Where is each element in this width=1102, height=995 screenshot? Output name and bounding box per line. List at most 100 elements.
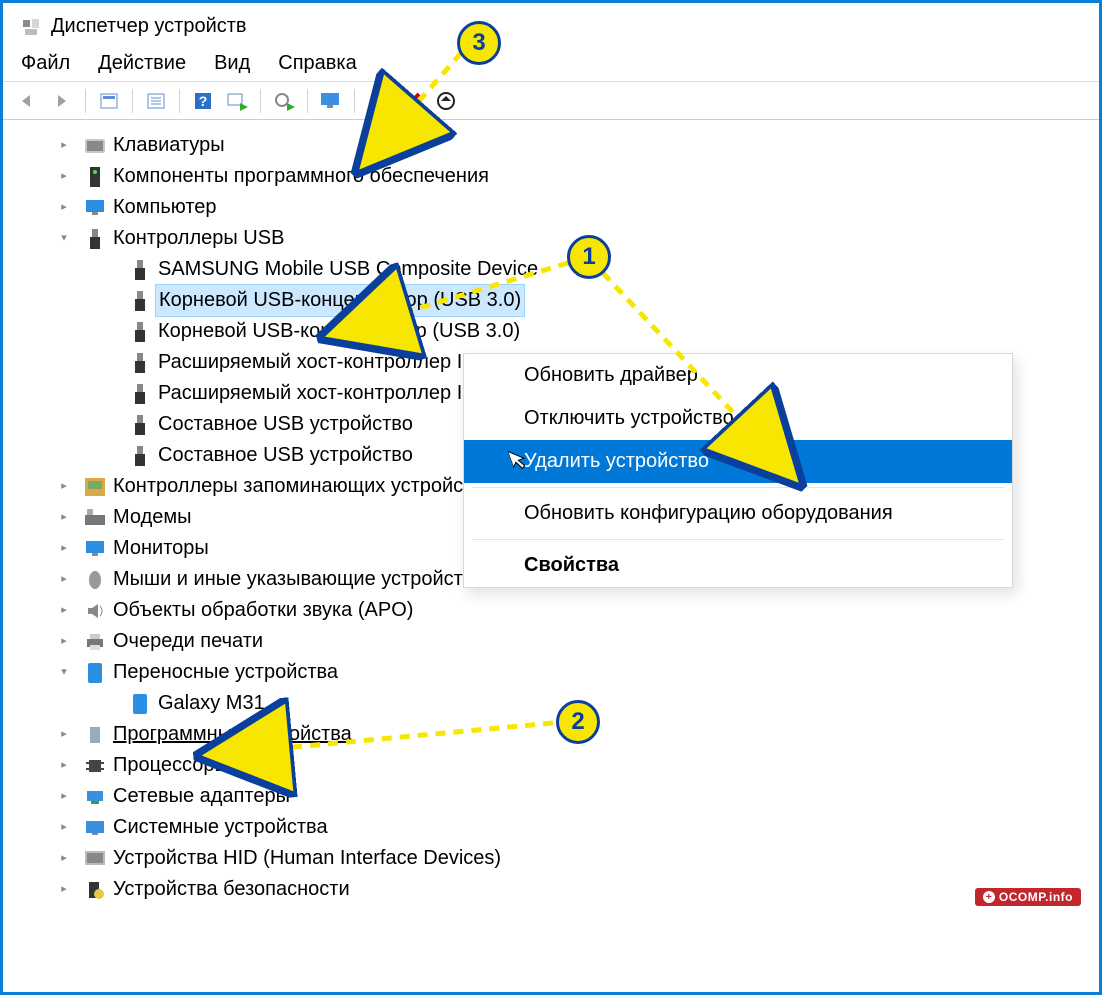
separator-icon xyxy=(260,89,261,113)
network-icon xyxy=(85,787,105,807)
tree-label: Устройства HID (Human Interface Devices) xyxy=(113,843,501,874)
add-legacy-button[interactable] xyxy=(363,87,393,115)
usb-icon xyxy=(130,415,150,435)
tree-item-usb-controllers[interactable]: ▾Контроллеры USB xyxy=(3,223,1099,254)
window-frame: Диспетчер устройств Файл Действие Вид Сп… xyxy=(0,0,1102,995)
software-device-icon xyxy=(85,725,105,745)
titlebar: Диспетчер устройств xyxy=(3,3,1099,44)
modem-icon xyxy=(85,508,105,528)
toolbar: ? xyxy=(3,82,1099,120)
monitor-button[interactable] xyxy=(316,87,346,115)
usb-icon xyxy=(130,353,150,373)
computer-icon xyxy=(85,198,105,218)
speaker-icon xyxy=(85,601,105,621)
portable-icon xyxy=(85,663,105,683)
menu-action[interactable]: Действие xyxy=(98,52,186,75)
device-manager-icon xyxy=(21,17,41,37)
tree-item-computer[interactable]: ▸Компьютер xyxy=(3,192,1099,223)
update-driver-button[interactable] xyxy=(269,87,299,115)
tree-label: SAMSUNG Mobile USB Composite Device xyxy=(158,254,538,285)
tree-label: Системные устройства xyxy=(113,812,328,843)
tree-item-software-devices[interactable]: ▸Программные устройства xyxy=(3,719,1099,750)
separator-icon xyxy=(307,89,308,113)
context-menu[interactable]: Обновить драйвер Отключить устройство Уд… xyxy=(463,353,1013,588)
menu-file[interactable]: Файл xyxy=(21,52,70,75)
window-title: Диспетчер устройств xyxy=(51,15,247,38)
back-button[interactable] xyxy=(13,87,43,115)
svg-text:?: ? xyxy=(199,93,208,109)
keyboard-icon xyxy=(85,136,105,156)
tree-label: Составное USB устройство xyxy=(158,440,413,471)
tree-label: Мыши и иные указывающие устройства xyxy=(113,564,484,595)
tree-item-security[interactable]: ▸Устройства безопасности xyxy=(3,874,1099,905)
phone-icon xyxy=(130,694,150,714)
tree-label: Модемы xyxy=(113,502,192,533)
usb-icon xyxy=(130,291,150,311)
tree-item-galaxy-m31[interactable]: Galaxy M31 xyxy=(3,688,1099,719)
forward-button[interactable] xyxy=(47,87,77,115)
tree-item-print-queues[interactable]: ▸Очереди печати xyxy=(3,626,1099,657)
annotation-badge-1: 1 xyxy=(567,235,611,279)
usb-icon xyxy=(130,384,150,404)
monitor-icon xyxy=(85,539,105,559)
usb-icon xyxy=(130,446,150,466)
tree-item-system-devices[interactable]: ▸Системные устройства xyxy=(3,812,1099,843)
tree-item-keyboards[interactable]: ▸Клавиатуры xyxy=(3,130,1099,161)
tree-item-processors[interactable]: ▸Процессоры xyxy=(3,750,1099,781)
watermark-text: OCOMP.info xyxy=(999,890,1073,904)
tree-label: Компьютер xyxy=(113,192,217,223)
storage-icon xyxy=(85,477,105,497)
menu-view[interactable]: Вид xyxy=(214,52,250,75)
tree-label: Корневой USB-концентратор (USB 3.0) xyxy=(155,284,525,317)
tree-label: Процессоры xyxy=(113,750,229,781)
tree-item-audio-apo[interactable]: ▸Объекты обработки звука (APO) xyxy=(3,595,1099,626)
cpu-icon xyxy=(85,756,105,776)
hid-icon xyxy=(85,849,105,869)
tree-item-portable[interactable]: ▾Переносные устройства xyxy=(3,657,1099,688)
tree-item-root-hub[interactable]: Корневой USB-концентратор (USB 3.0) xyxy=(3,316,1099,347)
ctx-update-driver[interactable]: Обновить драйвер xyxy=(464,354,1012,397)
tree-label: Контроллеры запоминающих устройств xyxy=(113,471,483,502)
separator-icon xyxy=(354,89,355,113)
menubar[interactable]: Файл Действие Вид Справка xyxy=(3,44,1099,82)
ctx-uninstall[interactable]: Удалить устройство xyxy=(464,440,1012,483)
tree-item-network[interactable]: ▸Сетевые адаптеры xyxy=(3,781,1099,812)
software-component-icon xyxy=(85,167,105,187)
tree-label: Очереди печати xyxy=(113,626,263,657)
security-icon xyxy=(85,880,105,900)
annotation-badge-3: 3 xyxy=(457,21,501,65)
tree-label: Корневой USB-концентратор (USB 3.0) xyxy=(158,316,520,347)
printer-icon xyxy=(85,632,105,652)
ctx-properties[interactable]: Свойства xyxy=(464,544,1012,587)
tree-item-hid[interactable]: ▸Устройства HID (Human Interface Devices… xyxy=(3,843,1099,874)
tree-item-software-components[interactable]: ▸Компоненты программного обеспечения xyxy=(3,161,1099,192)
tree-label: Компоненты программного обеспечения xyxy=(113,161,489,192)
menu-help[interactable]: Справка xyxy=(278,52,356,75)
tree-item-samsung-usb[interactable]: SAMSUNG Mobile USB Composite Device xyxy=(3,254,1099,285)
scan-button[interactable] xyxy=(222,87,252,115)
tree-label: Мониторы xyxy=(113,533,209,564)
annotation-badge-2: 2 xyxy=(556,700,600,744)
usb-icon xyxy=(130,260,150,280)
uninstall-button[interactable] xyxy=(397,87,427,115)
usb-icon xyxy=(85,229,105,249)
properties-button[interactable] xyxy=(141,87,171,115)
mouse-icon xyxy=(85,570,105,590)
tree-label: Контроллеры USB xyxy=(113,223,284,254)
tree-label: Устройства безопасности xyxy=(113,874,350,905)
separator xyxy=(472,487,1004,488)
show-hide-tree-button[interactable] xyxy=(94,87,124,115)
disable-button[interactable] xyxy=(431,87,461,115)
ctx-disable[interactable]: Отключить устройство xyxy=(464,397,1012,440)
tree-item-root-hub-selected[interactable]: Корневой USB-концентратор (USB 3.0) xyxy=(3,285,1099,316)
separator-icon xyxy=(179,89,180,113)
tree-label: Galaxy M31 xyxy=(158,688,265,719)
tree-label: Переносные устройства xyxy=(113,657,338,688)
help-button[interactable]: ? xyxy=(188,87,218,115)
tree-label: Программные устройства xyxy=(113,719,352,750)
tree-label: Клавиатуры xyxy=(113,130,225,161)
svg-text:+: + xyxy=(986,892,992,903)
system-icon xyxy=(85,818,105,838)
tree-label: Объекты обработки звука (APO) xyxy=(113,595,413,626)
ctx-scan[interactable]: Обновить конфигурацию оборудования xyxy=(464,492,1012,535)
